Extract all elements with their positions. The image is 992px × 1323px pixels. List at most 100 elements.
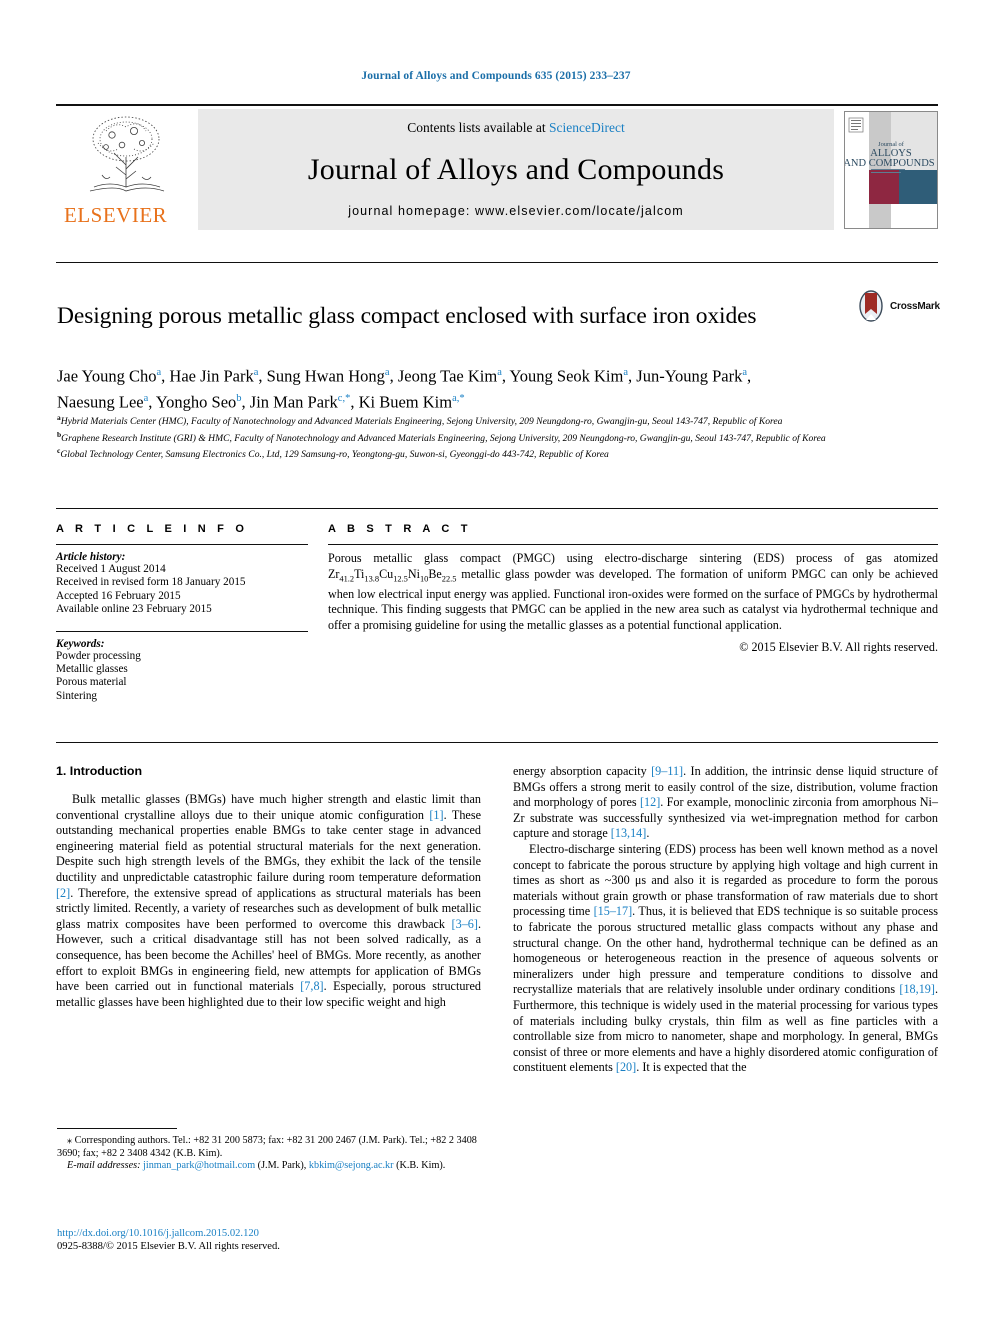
svg-text:Journal of: Journal of	[878, 141, 905, 148]
doi-link[interactable]: http://dx.doi.org/10.1016/j.jallcom.2015…	[57, 1227, 497, 1240]
para-text: .	[646, 826, 650, 841]
keyword-item: Sintering	[56, 689, 98, 702]
elsevier-tree-icon	[89, 116, 165, 192]
body-right-column: energy absorption capacity [9–11]. In ad…	[513, 764, 938, 1076]
article-info-column: A R T I C L E I N F O Article history: R…	[56, 523, 308, 703]
email-note: E-mail addresses: jinman_park@hotmail.co…	[57, 1160, 482, 1173]
info-abstract-block: A R T I C L E I N F O Article history: R…	[56, 508, 938, 703]
journal-masthead: ELSEVIER Contents lists available at Sci…	[56, 104, 938, 230]
para-text: . Therefore, the extensive spread of app…	[56, 885, 481, 931]
chem-el: Ti	[354, 566, 365, 581]
author-name: Hae Jin Park	[169, 366, 254, 386]
chem-sub: 13.8	[364, 574, 380, 583]
body-divider	[56, 742, 938, 743]
chem-sub: 22.5	[441, 574, 457, 583]
author-name: Jeong Tae Kim	[397, 366, 498, 386]
cover-art: Journal of ALLOYS AND COMPOUNDS	[845, 112, 937, 228]
author-name: Young Seok Kim	[509, 366, 624, 386]
citation-ref[interactable]: [20]	[616, 1060, 636, 1074]
email-owner: (J.M. Park),	[255, 1160, 309, 1172]
info-divider	[56, 544, 308, 545]
email-label: E-mail addresses:	[67, 1160, 141, 1172]
crossmark-icon	[859, 290, 883, 322]
chem-el: Ni	[407, 566, 420, 581]
chem-sub: 12.5	[393, 574, 408, 583]
citation-ref[interactable]: [3–6]	[452, 917, 478, 931]
para-text: Bulk metallic glasses (BMGs) have much h…	[56, 792, 481, 822]
body-columns: 1. Introduction Bulk metallic glasses (B…	[56, 764, 938, 1076]
keyword-item: Porous material	[56, 676, 127, 689]
page-title: Designing porous metallic glass compact …	[57, 302, 757, 329]
affiliation-list: aHybrid Materials Center (HMC), Faculty …	[57, 412, 937, 462]
history-item: Available online 23 February 2015	[56, 603, 212, 616]
elsevier-logo: ELSEVIER	[56, 109, 198, 230]
author-name: Jun-Young Park	[636, 366, 743, 386]
paragraph: Bulk metallic glasses (BMGs) have much h…	[56, 792, 481, 1010]
section-title-introduction: 1. Introduction	[56, 764, 143, 778]
article-info-heading: A R T I C L E I N F O	[56, 523, 249, 535]
corresponding-text: Corresponding authors. Tel.: +82 31 200 …	[57, 1135, 477, 1159]
issn-copyright-line: 0925-8388/© 2015 Elsevier B.V. All right…	[57, 1241, 280, 1252]
affiliation-text: Hybrid Materials Center (HMC), Faculty o…	[60, 416, 783, 428]
history-item: Received in revised form 18 January 2015	[56, 576, 246, 589]
abstract-heading: A B S T R A C T	[328, 523, 472, 535]
affiliation-item: bGraphene Research Institute (GRI) & HMC…	[57, 429, 826, 444]
crossmark-label: CrossMark	[890, 300, 940, 312]
sciencedirect-link[interactable]: ScienceDirect	[549, 120, 625, 135]
keywords-label: Keywords:	[56, 637, 105, 650]
masthead-center: Contents lists available at ScienceDirec…	[198, 109, 834, 230]
contents-lists-line: Contents lists available at ScienceDirec…	[407, 120, 624, 136]
author-name: Jae Young Cho	[57, 366, 157, 386]
keyword-item: Metallic glasses	[56, 663, 128, 676]
journal-cover-thumbnail: Journal of ALLOYS AND COMPOUNDS	[844, 111, 938, 229]
keywords-divider	[56, 630, 308, 632]
chem-el: Be	[428, 566, 442, 581]
affiliation-text: Graphene Research Institute (GRI) & HMC,…	[61, 432, 826, 444]
svg-text:AND COMPOUNDS: AND COMPOUNDS	[845, 158, 935, 169]
keyword-item: Powder processing	[56, 649, 141, 662]
author-name: Jin Man Park	[249, 392, 338, 411]
history-item: Received 1 August 2014	[56, 563, 166, 575]
author-name: Ki Buem Kim	[358, 392, 453, 411]
citation-ref[interactable]: [15–17]	[594, 904, 633, 918]
abstract-column: A B S T R A C T Porous metallic glass co…	[308, 523, 938, 703]
abstract-text: Porous metallic glass compact (PMGC) usi…	[328, 551, 938, 633]
doi-block: http://dx.doi.org/10.1016/j.jallcom.2015…	[57, 1227, 497, 1253]
article-history-label: Article history:	[56, 551, 126, 563]
citation-ref[interactable]: [12]	[640, 795, 660, 809]
chem-sub: 41.2	[339, 574, 355, 583]
corresponding-author-note: ⁎ Corresponding authors. Tel.: +82 31 20…	[57, 1135, 482, 1160]
journal-homepage-link[interactable]: journal homepage: www.elsevier.com/locat…	[348, 204, 684, 218]
citation-ref[interactable]: [1]	[429, 808, 443, 822]
title-divider	[56, 262, 938, 263]
para-text: . It is expected that the	[636, 1060, 747, 1075]
citation-ref[interactable]: [18,19]	[899, 982, 935, 996]
email-link[interactable]: jinman_park@hotmail.com	[143, 1160, 255, 1171]
body-left-column: 1. Introduction Bulk metallic glasses (B…	[56, 764, 481, 1076]
corresponding-marker: ⁎	[67, 1135, 73, 1146]
affiliation-item: cGlobal Technology Center, Samsung Elect…	[57, 446, 609, 461]
running-head: Journal of Alloys and Compounds 635 (201…	[361, 70, 631, 82]
footnote-divider	[57, 1128, 177, 1129]
email-owner: (K.B. Kim).	[393, 1160, 446, 1172]
para-text: energy absorption capacity	[513, 764, 652, 778]
contents-prefix: Contents lists available at	[407, 120, 549, 135]
citation-ref[interactable]: [9–11]	[651, 764, 683, 778]
history-item: Accepted 16 February 2015	[56, 589, 181, 602]
crossmark-badge[interactable]: CrossMark	[856, 288, 940, 324]
author-list: Jae Young Choa, Hae Jin Parka, Sung Hwan…	[57, 366, 752, 412]
paper-page: Journal of Alloys and Compounds 635 (201…	[0, 0, 992, 1323]
keywords-block: Keywords: Powder processing Metallic gla…	[56, 630, 308, 704]
citation-ref[interactable]: [7,8]	[300, 979, 323, 993]
author-name: Yongho Seo	[155, 392, 237, 411]
citation-ref[interactable]: [2]	[56, 886, 70, 900]
paragraph: Electro-discharge sintering (EDS) proces…	[513, 842, 938, 1076]
author-name: Sung Hwan Hong	[266, 366, 385, 386]
affiliation-item: aHybrid Materials Center (HMC), Faculty …	[57, 413, 783, 428]
citation-ref[interactable]: [13,14]	[611, 826, 647, 840]
chem-el: Cu	[379, 566, 394, 581]
elsevier-wordmark: ELSEVIER	[64, 203, 168, 227]
email-link[interactable]: kbkim@sejong.ac.kr	[309, 1160, 394, 1171]
abstract-divider	[328, 544, 938, 545]
abstract-copyright: © 2015 Elsevier B.V. All rights reserved…	[739, 640, 938, 655]
